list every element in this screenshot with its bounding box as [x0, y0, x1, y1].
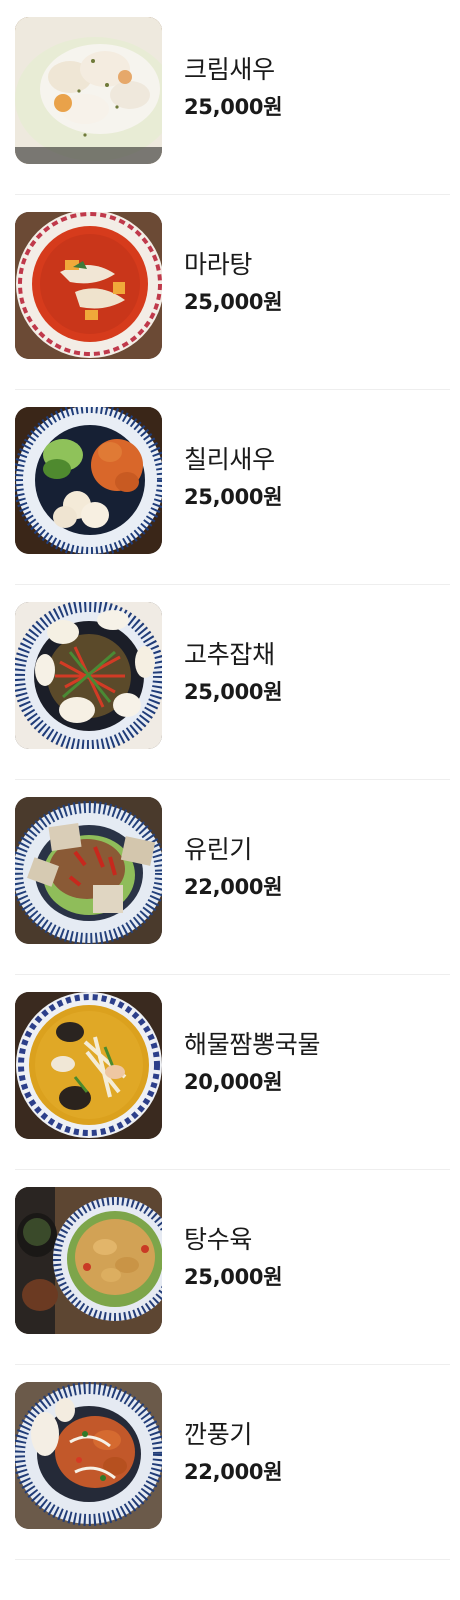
menu-item[interactable]: 칠리새우 25,000원	[0, 390, 460, 585]
menu-item-name: 해물짬뽕국물	[184, 1030, 321, 1059]
menu-item-photo	[15, 212, 162, 359]
menu-item-photo	[15, 407, 162, 554]
menu-item-name: 칠리새우	[184, 445, 275, 474]
menu-item-price: 25,000원	[184, 95, 283, 119]
menu-item-name: 깐풍기	[184, 1420, 253, 1449]
menu-item-price: 20,000원	[184, 1070, 283, 1094]
menu-item-name: 고추잡채	[184, 640, 275, 669]
menu-item-name: 마라탕	[184, 250, 253, 279]
menu-item-photo	[15, 602, 162, 749]
menu-item[interactable]: 탕수육 25,000원	[0, 1170, 460, 1365]
menu-item[interactable]: 크림새우 25,000원	[0, 0, 460, 195]
menu-item-name: 크림새우	[184, 55, 275, 84]
menu-list: 크림새우 25,000원 마라탕 25,000원 칠리새우 25,000원 고추…	[0, 0, 460, 1560]
menu-item[interactable]: 깐풍기 22,000원	[0, 1365, 460, 1560]
menu-item-name: 탕수육	[184, 1225, 253, 1254]
menu-item[interactable]: 유린기 22,000원	[0, 780, 460, 975]
menu-item-photo	[15, 992, 162, 1139]
menu-item[interactable]: 해물짬뽕국물 20,000원	[0, 975, 460, 1170]
menu-item[interactable]: 고추잡채 25,000원	[0, 585, 460, 780]
menu-item-photo	[15, 797, 162, 944]
menu-item-name: 유린기	[184, 835, 253, 864]
menu-item-price: 25,000원	[184, 1265, 283, 1289]
menu-item-price: 25,000원	[184, 485, 283, 509]
menu-item-photo	[15, 1382, 162, 1529]
menu-item-photo	[15, 17, 162, 164]
menu-item-photo	[15, 1187, 162, 1334]
menu-item-price: 22,000원	[184, 875, 283, 899]
menu-item[interactable]: 마라탕 25,000원	[0, 195, 460, 390]
menu-item-price: 22,000원	[184, 1460, 283, 1484]
menu-item-price: 25,000원	[184, 680, 283, 704]
menu-item-price: 25,000원	[184, 290, 283, 314]
